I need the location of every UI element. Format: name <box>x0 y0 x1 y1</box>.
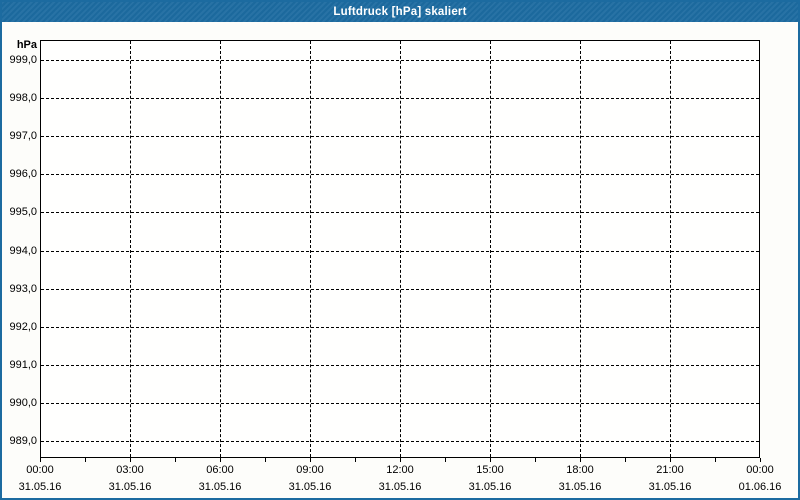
x-tick-time: 00:00 <box>725 463 795 477</box>
x-tick-date: 31.05.16 <box>545 480 615 494</box>
x-tick-label: 03:00 31.05.16 <box>95 463 165 494</box>
chart-canvas: hPa 999,0 998,0 997,0 996,0 995,0 994,0 993,0 9… <box>2 22 798 498</box>
x-tick-time: 00:00 <box>5 463 75 477</box>
y-tick-label: 999,0 <box>2 53 37 67</box>
x-gridline <box>580 41 581 457</box>
y-tick-label: 991,0 <box>2 358 37 372</box>
chart-title: Luftdruck [hPa] skaliert <box>333 6 466 18</box>
x-axis-tick-mark <box>220 458 221 462</box>
x-axis-tick-mark <box>400 458 401 462</box>
x-axis-tick-mark <box>535 458 536 462</box>
x-tick-label: 09:00 31.05.16 <box>275 463 345 494</box>
y-axis-unit-label: hPa <box>2 38 37 52</box>
x-tick-date: 31.05.16 <box>185 480 255 494</box>
y-tick-label: 994,0 <box>2 244 37 258</box>
x-gridline <box>220 41 221 457</box>
chart-titlebar: Luftdruck [hPa] skaliert <box>2 2 798 22</box>
x-axis-tick-mark <box>625 458 626 462</box>
x-tick-label: 06:00 31.05.16 <box>185 463 255 494</box>
x-tick-label: 00:00 31.05.16 <box>5 463 75 494</box>
x-gridline <box>400 41 401 457</box>
y-tick-label: 989,0 <box>2 434 37 448</box>
x-axis-tick-mark <box>130 458 131 462</box>
x-tick-date: 31.05.16 <box>5 480 75 494</box>
x-axis-tick-mark <box>670 458 671 462</box>
x-axis-tick-mark <box>445 458 446 462</box>
y-tick-label: 998,0 <box>2 91 37 105</box>
x-tick-date: 31.05.16 <box>365 480 435 494</box>
x-tick-label: 00:00 01.06.16 <box>725 463 795 494</box>
y-tick-label: 990,0 <box>2 396 37 410</box>
plot-area <box>40 40 760 458</box>
x-tick-time: 15:00 <box>455 463 525 477</box>
x-gridline <box>130 41 131 457</box>
chart-window: Luftdruck [hPa] skaliert hPa 999,0 998,0 9… <box>0 0 800 500</box>
x-tick-date: 01.06.16 <box>725 480 795 494</box>
x-tick-date: 31.05.16 <box>635 480 705 494</box>
x-axis-tick-mark <box>85 458 86 462</box>
x-axis-tick-mark <box>175 458 176 462</box>
x-tick-time: 18:00 <box>545 463 615 477</box>
x-axis-tick-mark <box>310 458 311 462</box>
y-tick-label: 997,0 <box>2 129 37 143</box>
x-gridline <box>670 41 671 457</box>
x-gridline <box>490 41 491 457</box>
x-axis-tick-mark <box>265 458 266 462</box>
y-tick-label: 992,0 <box>2 320 37 334</box>
x-gridline <box>310 41 311 457</box>
x-axis-tick-mark <box>40 458 41 462</box>
x-axis-tick-mark <box>760 458 761 462</box>
y-tick-label: 993,0 <box>2 282 37 296</box>
x-tick-time: 06:00 <box>185 463 255 477</box>
x-axis-tick-mark <box>580 458 581 462</box>
x-tick-label: 12:00 31.05.16 <box>365 463 435 494</box>
y-tick-label: 996,0 <box>2 167 37 181</box>
x-tick-time: 21:00 <box>635 463 705 477</box>
x-axis-tick-mark <box>355 458 356 462</box>
x-tick-time: 12:00 <box>365 463 435 477</box>
x-tick-label: 15:00 31.05.16 <box>455 463 525 494</box>
x-axis-tick-mark <box>490 458 491 462</box>
x-tick-date: 31.05.16 <box>455 480 525 494</box>
x-tick-time: 09:00 <box>275 463 345 477</box>
y-tick-label: 995,0 <box>2 205 37 219</box>
x-tick-time: 03:00 <box>95 463 165 477</box>
x-tick-label: 21:00 31.05.16 <box>635 463 705 494</box>
x-axis-tick-mark <box>715 458 716 462</box>
x-tick-date: 31.05.16 <box>95 480 165 494</box>
x-tick-label: 18:00 31.05.16 <box>545 463 615 494</box>
x-tick-date: 31.05.16 <box>275 480 345 494</box>
